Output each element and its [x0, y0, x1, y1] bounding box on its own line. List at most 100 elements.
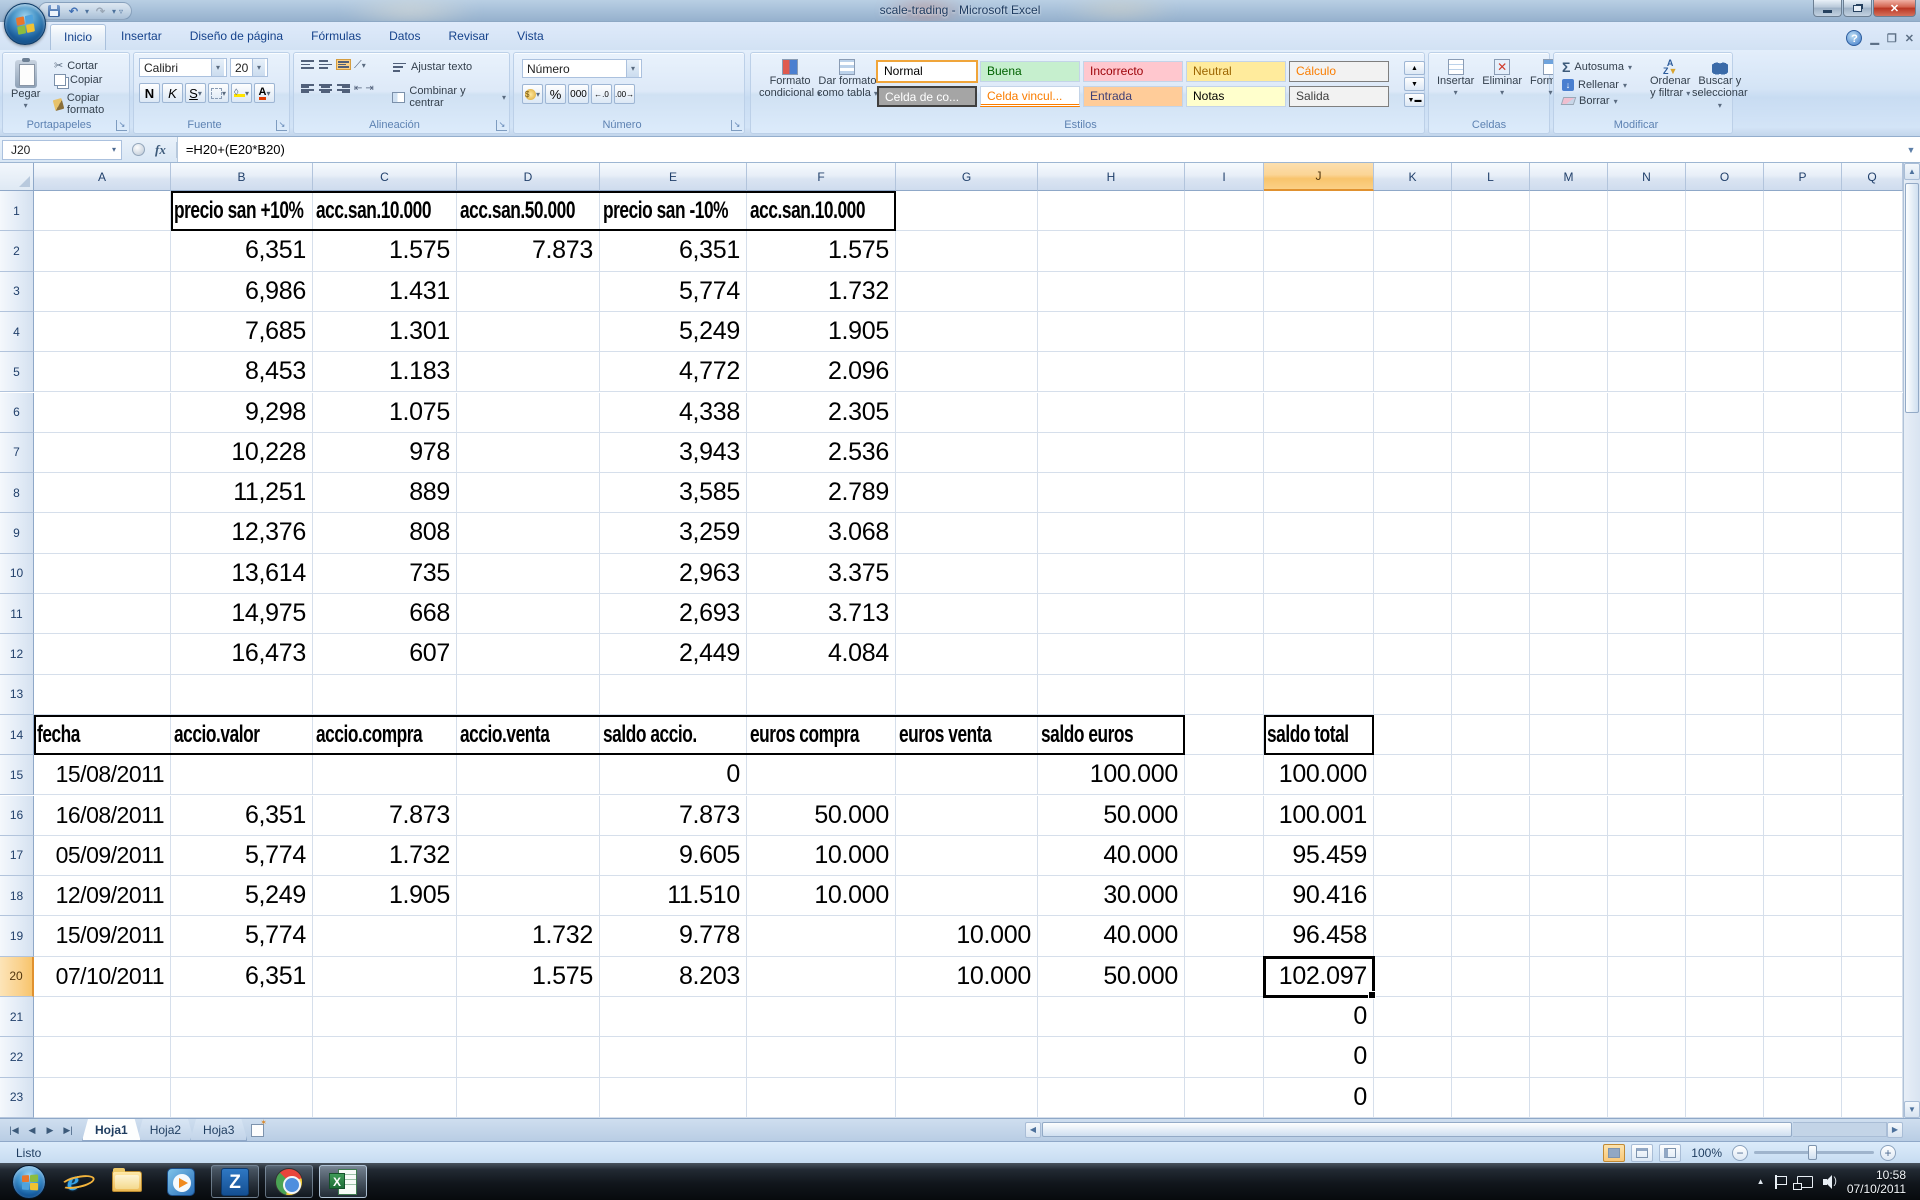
cell-D6[interactable]	[457, 393, 600, 433]
formula-input[interactable]: =H20+(E20*B20)	[177, 137, 1902, 162]
cell-M7[interactable]	[1530, 433, 1608, 473]
cell-O22[interactable]	[1686, 1037, 1764, 1077]
cell-L17[interactable]	[1452, 836, 1530, 876]
cell-K22[interactable]	[1374, 1037, 1452, 1077]
cell-L14[interactable]	[1452, 715, 1530, 755]
cell-K1[interactable]	[1374, 191, 1452, 231]
cell-K3[interactable]	[1374, 272, 1452, 312]
cell-H12[interactable]	[1038, 634, 1185, 674]
cell-P10[interactable]	[1764, 554, 1842, 594]
cell-B13[interactable]	[171, 675, 313, 715]
cell-D16[interactable]	[457, 796, 600, 836]
cell-J8[interactable]	[1264, 473, 1374, 513]
cell-N2[interactable]	[1608, 231, 1686, 271]
cell-C18[interactable]: 1.905	[313, 876, 457, 916]
cell-N17[interactable]	[1608, 836, 1686, 876]
increase-decimal-button[interactable]: ←.0	[591, 84, 612, 104]
cell-P8[interactable]	[1764, 473, 1842, 513]
cell-F1[interactable]: acc.san.10.000	[747, 191, 896, 231]
cell-F20[interactable]	[747, 957, 896, 997]
cell-Q19[interactable]	[1842, 916, 1903, 956]
cell-H18[interactable]: 30.000	[1038, 876, 1185, 916]
cell-A20[interactable]: 07/10/2011	[34, 957, 171, 997]
cell-H8[interactable]	[1038, 473, 1185, 513]
cell-K12[interactable]	[1374, 634, 1452, 674]
cell-P16[interactable]	[1764, 796, 1842, 836]
cell-O16[interactable]	[1686, 796, 1764, 836]
cell-B18[interactable]: 5,249	[171, 876, 313, 916]
select-all-corner[interactable]	[0, 163, 34, 191]
cell-G2[interactable]	[896, 231, 1038, 271]
cell-C4[interactable]: 1.301	[313, 312, 457, 352]
cell-P12[interactable]	[1764, 634, 1842, 674]
cell-I3[interactable]	[1185, 272, 1264, 312]
cell-M21[interactable]	[1530, 997, 1608, 1037]
cell-D7[interactable]	[457, 433, 600, 473]
workbook-close-icon[interactable]: ✕	[1905, 32, 1914, 45]
scroll-down-icon[interactable]: ▼	[1904, 1101, 1920, 1118]
cell-L20[interactable]	[1452, 957, 1530, 997]
cell-N7[interactable]	[1608, 433, 1686, 473]
cell-L22[interactable]	[1452, 1037, 1530, 1077]
cell-D22[interactable]	[457, 1037, 600, 1077]
cell-B11[interactable]: 14,975	[171, 594, 313, 634]
cell-L9[interactable]	[1452, 513, 1530, 553]
cell-G7[interactable]	[896, 433, 1038, 473]
cell-N11[interactable]	[1608, 594, 1686, 634]
fuente-dialog-launcher[interactable]: ↘	[276, 120, 287, 131]
bold-button[interactable]: N	[139, 83, 160, 103]
cell-C11[interactable]: 668	[313, 594, 457, 634]
cell-C17[interactable]: 1.732	[313, 836, 457, 876]
cell-D4[interactable]	[457, 312, 600, 352]
cell-K13[interactable]	[1374, 675, 1452, 715]
insert-cells-button[interactable]: Insertar▾	[1433, 56, 1478, 100]
cell-Q18[interactable]	[1842, 876, 1903, 916]
cell-L23[interactable]	[1452, 1078, 1530, 1118]
cell-O23[interactable]	[1686, 1078, 1764, 1118]
ribbon-tab-fórmulas[interactable]: Fórmulas	[298, 24, 374, 50]
row-header-6[interactable]: 6	[0, 393, 34, 433]
cell-A23[interactable]	[34, 1078, 171, 1118]
cell-B3[interactable]: 6,986	[171, 272, 313, 312]
cell-E4[interactable]: 5,249	[600, 312, 747, 352]
cell-L7[interactable]	[1452, 433, 1530, 473]
insert-function-icon[interactable]: fx	[151, 142, 177, 158]
cell-D20[interactable]: 1.575	[457, 957, 600, 997]
cell-K14[interactable]	[1374, 715, 1452, 755]
cell-B2[interactable]: 6,351	[171, 231, 313, 271]
cell-H2[interactable]	[1038, 231, 1185, 271]
cell-E20[interactable]: 8.203	[600, 957, 747, 997]
cell-H16[interactable]: 50.000	[1038, 796, 1185, 836]
cell-G13[interactable]	[896, 675, 1038, 715]
row-header-19[interactable]: 19	[0, 916, 34, 956]
scroll-left-icon[interactable]: ◀	[1025, 1122, 1041, 1138]
prev-sheet-icon[interactable]: ◀	[24, 1125, 40, 1136]
cell-K15[interactable]	[1374, 755, 1452, 795]
cell-K8[interactable]	[1374, 473, 1452, 513]
cell-H15[interactable]: 100.000	[1038, 755, 1185, 795]
cell-G23[interactable]	[896, 1078, 1038, 1118]
row-header-23[interactable]: 23	[0, 1078, 34, 1118]
ribbon-tab-insertar[interactable]: Insertar	[108, 24, 175, 50]
cell-C7[interactable]: 978	[313, 433, 457, 473]
ribbon-tab-diseño-de-página[interactable]: Diseño de página	[177, 24, 296, 50]
cell-D15[interactable]	[457, 755, 600, 795]
cell-F13[interactable]	[747, 675, 896, 715]
cell-H21[interactable]	[1038, 997, 1185, 1037]
cell-F15[interactable]	[747, 755, 896, 795]
cell-L15[interactable]	[1452, 755, 1530, 795]
row-header-15[interactable]: 15	[0, 755, 34, 795]
row-header-16[interactable]: 16	[0, 796, 34, 836]
cell-style-celda-vincul-[interactable]: Celda vincul...	[980, 86, 1080, 107]
page-layout-view-button[interactable]	[1631, 1144, 1653, 1162]
cell-E21[interactable]	[600, 997, 747, 1037]
cell-F4[interactable]: 1.905	[747, 312, 896, 352]
taskbar-internet-explorer[interactable]: e	[49, 1165, 97, 1198]
cell-C1[interactable]: acc.san.10.000	[313, 191, 457, 231]
cell-E15[interactable]: 0	[600, 755, 747, 795]
cell-K18[interactable]	[1374, 876, 1452, 916]
cell-G3[interactable]	[896, 272, 1038, 312]
zoom-level[interactable]: 100%	[1691, 1146, 1722, 1160]
page-break-view-button[interactable]	[1659, 1144, 1681, 1162]
cell-G1[interactable]	[896, 191, 1038, 231]
